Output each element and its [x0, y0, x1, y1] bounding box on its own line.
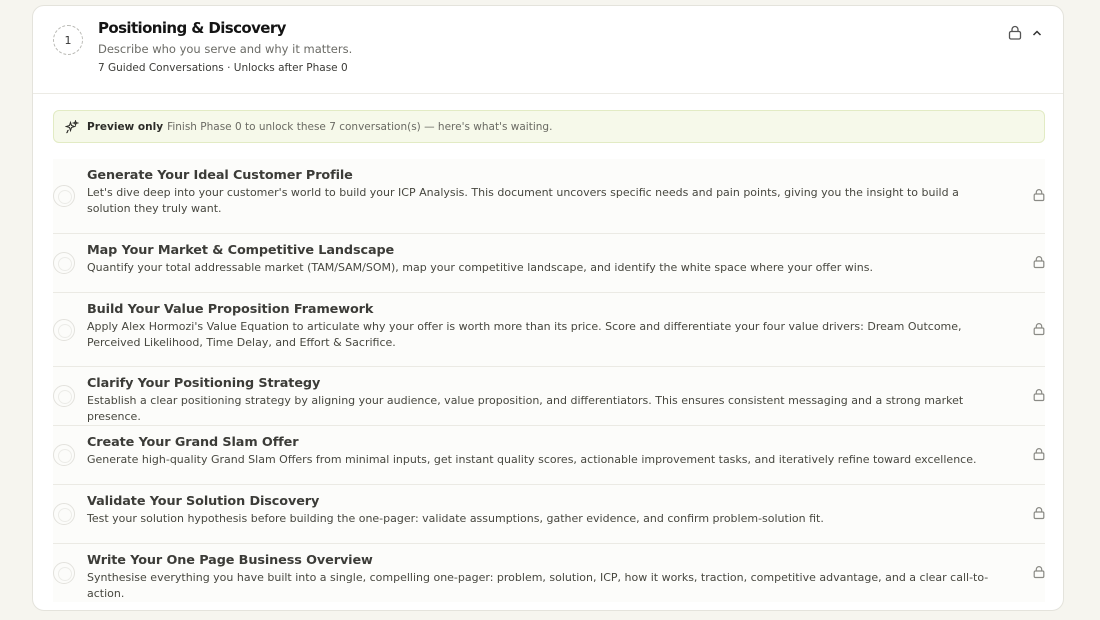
conversation-description: Establish a clear positioning strategy b… — [87, 394, 964, 423]
conversation-title: Map Your Market & Competitive Landscape — [87, 243, 395, 258]
sparkle-icon — [65, 119, 79, 134]
phase-card: 1 Positioning & Discovery Describe who y… — [32, 5, 1064, 611]
phase-header[interactable]: 1 Positioning & Discovery Describe who y… — [33, 6, 1063, 94]
chevron-up-icon[interactable] — [1031, 27, 1043, 39]
phase-meta: 7 Guided Conversations · Unlocks after P… — [98, 62, 348, 74]
lock-icon — [1033, 320, 1045, 339]
status-circle — [53, 385, 75, 407]
lock-icon — [1033, 387, 1045, 406]
banner-text: Finish Phase 0 to unlock these 7 convers… — [167, 120, 553, 133]
conversation-description: Synthesise everything you have built int… — [87, 571, 989, 600]
phase-number: 1 — [53, 25, 83, 55]
conversation-description: Generate high-quality Grand Slam Offers … — [87, 453, 977, 466]
status-circle — [53, 318, 75, 341]
conversation-title: Validate Your Solution Discovery — [87, 494, 320, 509]
conversation-item[interactable]: Map Your Market & Competitive Landscape … — [53, 234, 1045, 293]
lock-icon — [1033, 446, 1045, 465]
conversation-list: Generate Your Ideal Customer Profile Let… — [53, 159, 1045, 602]
lock-icon — [1008, 25, 1022, 40]
phase-description: Describe who you serve and why it matter… — [98, 42, 353, 56]
conversation-item[interactable]: Build Your Value Proposition Framework A… — [53, 293, 1045, 367]
conversation-title: Write Your One Page Business Overview — [87, 553, 373, 568]
conversation-title: Clarify Your Positioning Strategy — [87, 376, 321, 391]
phase-title: Positioning & Discovery — [98, 19, 286, 37]
conversation-item[interactable]: Clarify Your Positioning Strategy Establ… — [53, 367, 1045, 426]
status-circle — [53, 185, 75, 207]
status-circle — [53, 444, 75, 466]
conversation-title: Create Your Grand Slam Offer — [87, 435, 299, 450]
header-actions — [1008, 25, 1043, 40]
conversation-title: Generate Your Ideal Customer Profile — [87, 168, 353, 183]
status-circle — [53, 252, 75, 274]
conversation-description: Apply Alex Hormozi's Value Equation to a… — [87, 320, 962, 349]
lock-icon — [1033, 505, 1045, 524]
conversation-description: Let's dive deep into your customer's wor… — [87, 186, 959, 215]
conversation-description: Quantify your total addressable market (… — [87, 261, 874, 274]
status-circle — [53, 503, 75, 525]
conversation-description: Test your solution hypothesis before bui… — [87, 512, 824, 525]
lock-icon — [1033, 254, 1045, 273]
banner-label: Preview only — [87, 120, 164, 133]
lock-icon — [1033, 187, 1045, 206]
preview-banner: Preview only Finish Phase 0 to unlock th… — [53, 110, 1045, 143]
status-circle — [53, 562, 75, 584]
lock-icon — [1033, 564, 1045, 583]
conversation-item[interactable]: Validate Your Solution Discovery Test yo… — [53, 485, 1045, 544]
conversation-title: Build Your Value Proposition Framework — [87, 302, 374, 317]
conversation-item[interactable]: Write Your One Page Business Overview Sy… — [53, 544, 1045, 602]
conversation-item[interactable]: Create Your Grand Slam Offer Generate hi… — [53, 426, 1045, 485]
conversation-item[interactable]: Generate Your Ideal Customer Profile Let… — [53, 159, 1045, 234]
